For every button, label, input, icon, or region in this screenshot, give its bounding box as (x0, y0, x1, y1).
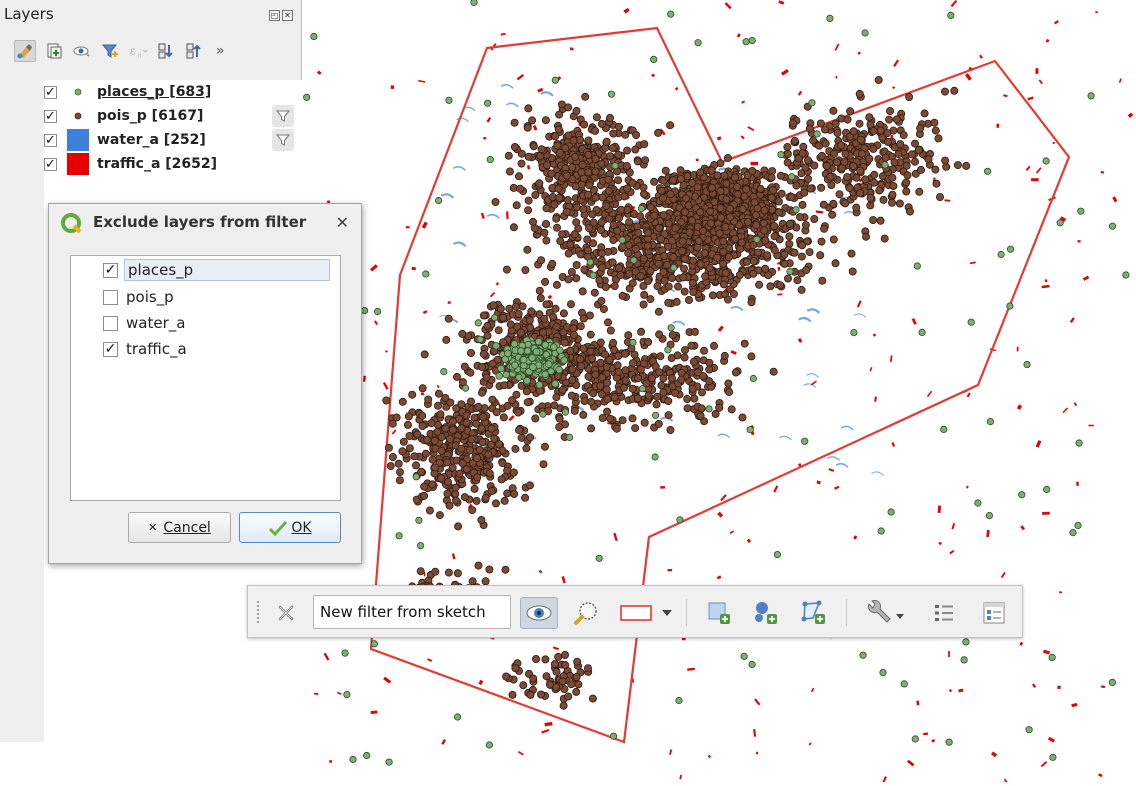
exclude-checkbox[interactable]: ✓ (103, 341, 118, 357)
layer-name: water_a [252] (97, 132, 206, 148)
svg-text:ε: ε (130, 45, 136, 58)
toolbar-overflow-icon[interactable]: » (216, 43, 225, 59)
show-attributes-button[interactable] (978, 597, 1010, 629)
shape-dropdown-button[interactable] (660, 597, 674, 629)
toggle-visibility-button[interactable] (520, 597, 558, 629)
close-icon[interactable]: ✕ (336, 213, 349, 232)
clear-filter-icon (278, 605, 294, 621)
edit-sketch-button[interactable] (798, 597, 830, 629)
collapse-all-icon[interactable] (184, 41, 204, 61)
fill-symbol-icon (67, 129, 89, 151)
filter-indicator-icon[interactable] (272, 129, 294, 151)
expand-all-icon[interactable] (156, 41, 176, 61)
filter-indicator-icon[interactable] (272, 105, 294, 127)
draw-rectangle-button[interactable] (618, 597, 654, 629)
select-points-icon (755, 602, 777, 624)
layer-visibility-checkbox[interactable]: ✓ (44, 133, 57, 147)
layer-row-places[interactable]: ✓ places_p [683] (44, 80, 294, 104)
eye-icon (526, 605, 552, 621)
map-svg (300, 0, 1134, 786)
fill-symbol-icon (67, 153, 89, 175)
dialog-titlebar: Exclude layers from filter ✕ (49, 204, 361, 244)
style-panel-icon[interactable] (14, 40, 36, 62)
toolbar-grip-handle[interactable] (256, 600, 260, 624)
rectangle-icon (620, 605, 652, 621)
dock-buttons: ◰ ✕ (269, 10, 293, 21)
qgis-logo-icon (61, 213, 82, 234)
add-group-icon[interactable] (44, 41, 64, 61)
form-icon (983, 602, 1005, 624)
exclude-checkbox[interactable] (103, 315, 118, 331)
list-item[interactable]: water_a (103, 312, 187, 334)
layer-visibility-checkbox[interactable]: ✓ (44, 85, 57, 99)
save-as-layer-button[interactable] (703, 597, 735, 629)
filter-by-expression-icon[interactable]: ε ∩ (128, 41, 148, 61)
list-item-label: places_p (124, 259, 330, 281)
float-panel-icon[interactable]: ◰ (269, 10, 280, 21)
exclude-layers-dialog: Exclude layers from filter ✕ ✓ places_p … (48, 203, 362, 564)
layer-visibility-checkbox[interactable]: ✓ (44, 157, 57, 171)
layer-name: places_p [683] (97, 84, 212, 100)
list-item-label: pois_p (126, 288, 174, 306)
traffic-features (303, 0, 1134, 786)
layer-row-water[interactable]: ✓ water_a [252] (44, 128, 294, 152)
exclude-checkbox[interactable]: ✓ (103, 262, 118, 278)
cancel-button[interactable]: ✕ Cancel (128, 512, 231, 543)
cancel-icon: ✕ (148, 521, 158, 534)
magnifier-icon (574, 602, 597, 625)
exclude-checkbox[interactable] (103, 289, 118, 305)
layer-name: traffic_a [2652] (97, 156, 218, 172)
check-icon (269, 520, 288, 536)
layer-visibility-checkbox[interactable]: ✓ (44, 109, 57, 123)
layers-toolbar: ε ∩ » (14, 40, 225, 62)
clear-filter-button[interactable] (270, 597, 302, 629)
filter-name-field[interactable]: New filter from sketch (313, 595, 511, 629)
toolbar-separator (846, 599, 847, 626)
cancel-button-label: Cancel (163, 519, 211, 536)
dialog-title: Exclude layers from filter (93, 213, 307, 231)
layer-exclusion-list: ✓ places_p pois_p water_a ✓ traffic_a (70, 255, 341, 501)
select-features-button[interactable] (750, 597, 782, 629)
filter-legend-icon[interactable] (100, 41, 120, 61)
polygon-vertices-icon (801, 600, 825, 624)
ok-button[interactable]: OK (239, 512, 341, 543)
zoom-to-filter-button[interactable] (570, 597, 602, 629)
list-item[interactable]: ✓ traffic_a (103, 338, 189, 360)
svg-text:∩: ∩ (137, 52, 142, 59)
point-symbol-icon (67, 105, 89, 127)
ok-button-label: OK (291, 519, 312, 536)
map-canvas[interactable] (300, 0, 1136, 786)
settings-button[interactable] (863, 597, 907, 629)
list-item[interactable]: pois_p (103, 286, 176, 308)
toolbar-separator (686, 599, 687, 626)
layers-panel-title: Layers (4, 5, 54, 23)
manage-visibility-icon[interactable] (72, 41, 92, 61)
new-polygon-icon (708, 602, 730, 624)
close-panel-icon[interactable]: ✕ (282, 10, 293, 21)
layer-name: pois_p [6167] (97, 108, 204, 124)
wrench-icon (867, 600, 904, 623)
list-icon (935, 605, 953, 621)
show-list-button[interactable] (928, 597, 960, 629)
layer-row-traffic[interactable]: ✓ traffic_a [2652] (44, 152, 294, 176)
list-item-label: water_a (126, 314, 186, 332)
point-symbol-icon (67, 81, 89, 103)
list-item-label: traffic_a (126, 340, 187, 358)
layer-row-pois[interactable]: ✓ pois_p [6167] (44, 104, 294, 128)
list-item[interactable]: ✓ places_p (103, 259, 330, 281)
places-points (300, 0, 1130, 766)
sketch-filter-toolbar: New filter from sketch (247, 585, 1023, 638)
chevron-down-icon (662, 610, 672, 616)
